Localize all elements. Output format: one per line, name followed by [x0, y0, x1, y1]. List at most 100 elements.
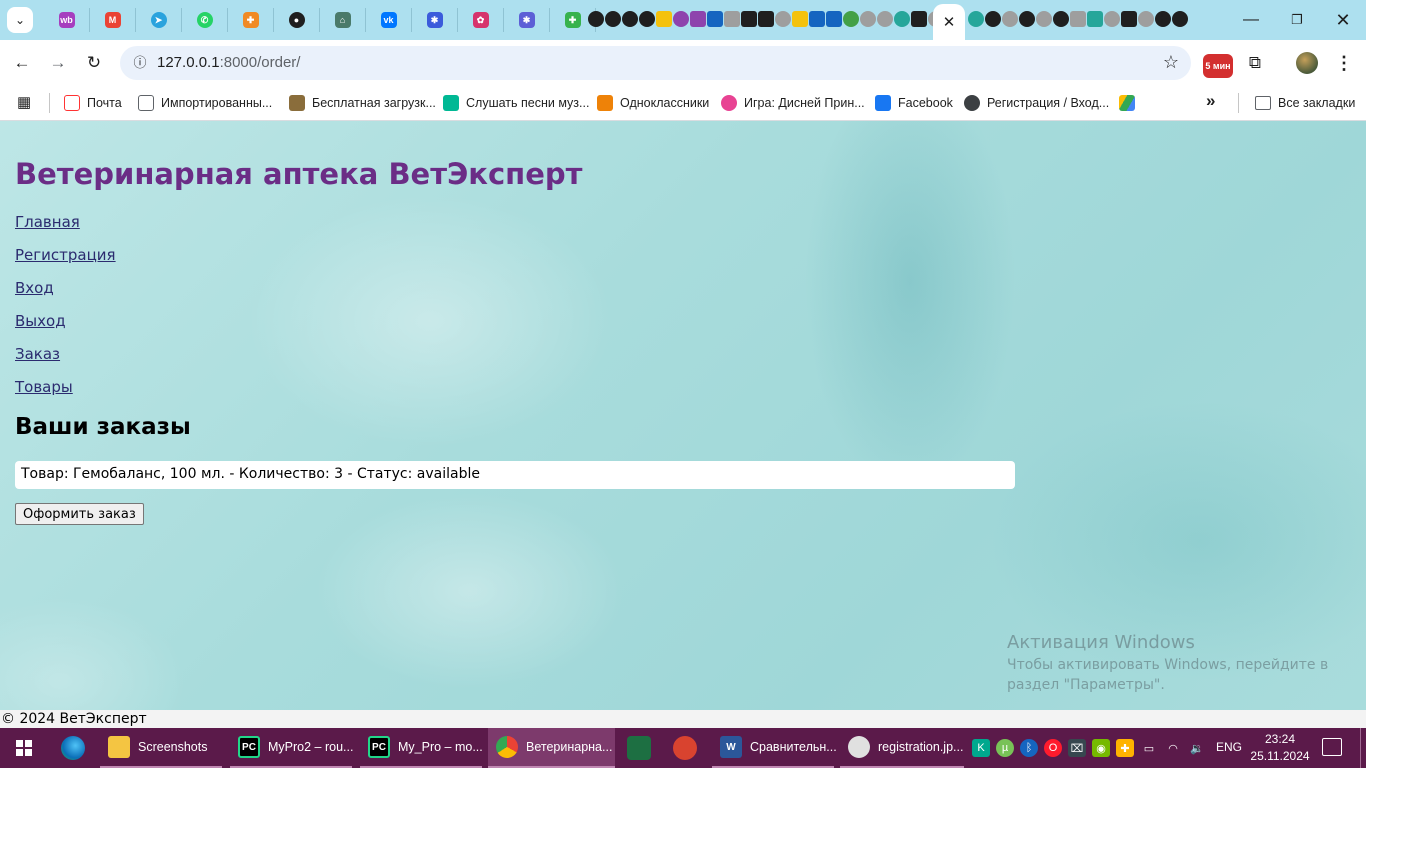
bookmark-imported[interactable]: Импортированны... [138, 92, 272, 114]
site-icon[interactable] [968, 11, 984, 27]
tab-extension-a[interactable]: ✱ [412, 8, 458, 32]
github-icon[interactable] [1172, 11, 1188, 27]
pronto-icon[interactable] [673, 736, 697, 760]
more-bookmarks-chevron-icon[interactable]: » [1206, 91, 1215, 111]
github-icon[interactable] [588, 11, 604, 27]
taskbar-item-screenshots[interactable]: Screenshots [100, 728, 222, 768]
opera-icon[interactable]: O [1044, 739, 1062, 757]
bookmark-download[interactable]: Бесплатная загрузк... [289, 92, 436, 114]
tab-gmail[interactable]: M [90, 8, 136, 32]
new-tab-button[interactable]: + [1150, 8, 1174, 32]
url-text[interactable]: 127.0.0.1:8000/order/ [157, 54, 300, 71]
site-icon[interactable] [792, 11, 808, 27]
tab-telegram[interactable]: ➤ [136, 8, 182, 32]
all-bookmarks-button[interactable]: Все закладки [1255, 92, 1355, 114]
profile-avatar[interactable] [1296, 52, 1318, 74]
x-icon[interactable] [1121, 11, 1137, 27]
kaspersky-icon[interactable]: K [972, 739, 990, 757]
taskbar-item-chrome[interactable]: Ветеринарна... [488, 728, 615, 768]
site-icon[interactable] [1104, 11, 1120, 27]
window-restore-button[interactable]: ❐ [1274, 5, 1320, 35]
site-icon[interactable] [1087, 11, 1103, 27]
site-icon[interactable] [741, 11, 757, 27]
tray-app-icon[interactable]: ⌧ [1068, 739, 1086, 757]
clock[interactable]: 23:24 25.11.2024 [1250, 731, 1310, 765]
bookmark-registration[interactable]: Регистрация / Вход... [964, 92, 1109, 114]
github-icon[interactable] [605, 11, 621, 27]
site-info-icon[interactable]: ⓘ [128, 51, 152, 75]
input-language[interactable]: ENG [1216, 740, 1242, 754]
nav-link-home[interactable]: Главная [15, 213, 116, 246]
nav-link-products[interactable]: Товары [15, 378, 116, 411]
start-button[interactable] [0, 728, 48, 768]
nav-link-register[interactable]: Регистрация [15, 246, 116, 279]
github-icon[interactable] [985, 11, 1001, 27]
site-icon[interactable] [860, 11, 876, 27]
tab-app[interactable]: ⌂ [320, 8, 366, 32]
nav-link-logout[interactable]: Выход [15, 312, 116, 345]
site-icon[interactable] [1036, 11, 1052, 27]
excel-icon[interactable] [627, 736, 651, 760]
taskbar-item-paint[interactable]: registration.jp... [840, 728, 964, 768]
taskbar-item-mypro[interactable]: PC My_Pro – mo... [360, 728, 483, 768]
tab-vk[interactable]: vk [366, 8, 412, 32]
window-close-button[interactable]: ✕ [1320, 5, 1366, 35]
place-order-button[interactable]: Оформить заказ [15, 503, 144, 525]
security-icon[interactable]: ✚ [1116, 739, 1134, 757]
tab-wildberries[interactable]: wb [44, 8, 90, 32]
site-icon[interactable] [1070, 11, 1086, 27]
extensions-puzzle-icon[interactable]: ⧉ [1242, 50, 1268, 76]
timer-extension-icon[interactable]: 5 мин [1203, 54, 1233, 78]
site-icon[interactable] [690, 11, 706, 27]
site-icon[interactable] [877, 11, 893, 27]
bookmark-star-icon[interactable]: ☆ [1163, 52, 1179, 73]
openai-icon[interactable] [894, 11, 910, 27]
x-icon[interactable] [911, 11, 927, 27]
bookmark-yandex-mail[interactable]: Почта [64, 92, 122, 114]
nav-link-order[interactable]: Заказ [15, 345, 116, 378]
site-icon[interactable] [826, 11, 842, 27]
site-icon[interactable] [1002, 11, 1018, 27]
window-minimize-button[interactable]: — [1228, 5, 1274, 35]
volume-icon[interactable]: 🔉 [1188, 739, 1206, 757]
site-icon[interactable] [809, 11, 825, 27]
reload-button[interactable]: ↻ [81, 50, 107, 76]
back-button[interactable]: ← [9, 50, 35, 76]
github-icon[interactable] [1053, 11, 1069, 27]
github-icon[interactable] [1019, 11, 1035, 27]
address-bar[interactable]: ⓘ 127.0.0.1:8000/order/ ☆ [120, 46, 1191, 80]
site-icon[interactable] [656, 11, 672, 27]
utorrent-icon[interactable]: µ [996, 739, 1014, 757]
nav-link-login[interactable]: Вход [15, 279, 116, 312]
bookmark-odnoklassniki[interactable]: Одноклассники [597, 92, 709, 114]
forward-button[interactable]: → [45, 50, 71, 76]
github-icon[interactable] [622, 11, 638, 27]
active-tab[interactable]: ✕ [933, 4, 965, 40]
site-icon[interactable] [843, 11, 859, 27]
nvidia-icon[interactable]: ◉ [1092, 739, 1110, 757]
show-desktop-button[interactable] [1360, 728, 1363, 768]
bookmark-facebook[interactable]: Facebook [875, 92, 953, 114]
wifi-icon[interactable]: ◠ [1164, 739, 1182, 757]
site-icon[interactable] [775, 11, 791, 27]
taskbar-item-word[interactable]: W Сравнительн... [712, 728, 837, 768]
notifications-icon[interactable] [1322, 738, 1342, 756]
apps-grid-icon[interactable]: ▦ [17, 94, 35, 112]
edge-icon[interactable] [61, 736, 85, 760]
site-icon[interactable] [758, 11, 774, 27]
tab-flower[interactable]: ✿ [458, 8, 504, 32]
bookmark-disney-game[interactable]: Игра: Дисней Прин... [721, 92, 865, 114]
tab-extension-b[interactable]: ✱ [504, 8, 550, 32]
bookmark-music[interactable]: Слушать песни муз... [443, 92, 589, 114]
tab-github[interactable]: ● [274, 8, 320, 32]
browser-menu-icon[interactable]: ⋮ [1332, 50, 1356, 76]
tab-whatsapp[interactable]: ✆ [182, 8, 228, 32]
github-icon[interactable] [639, 11, 655, 27]
tab-search-button[interactable]: ⌄ [7, 7, 33, 33]
tab-ozon-plugin[interactable]: ✚ [228, 8, 274, 32]
battery-icon[interactable]: ▭ [1140, 739, 1158, 757]
bluetooth-icon[interactable]: ᛒ [1020, 739, 1038, 757]
tab-close-icon[interactable]: ✕ [943, 13, 956, 31]
site-icon[interactable] [724, 11, 740, 27]
site-icon[interactable] [707, 11, 723, 27]
